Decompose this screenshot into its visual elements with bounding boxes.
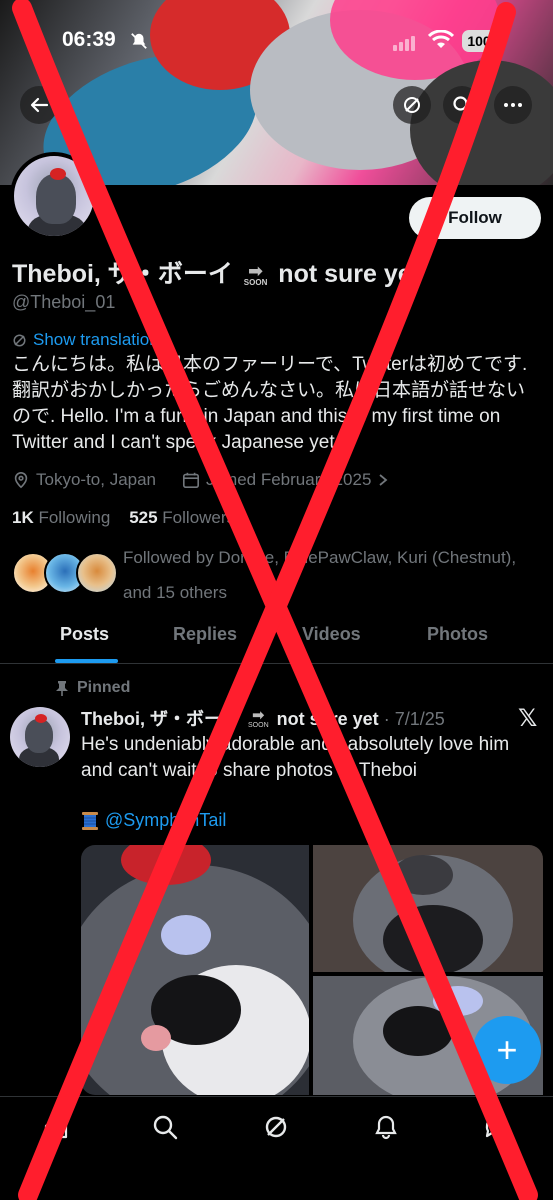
avatar	[76, 552, 118, 594]
compose-button[interactable]: +	[473, 1016, 541, 1084]
status-time: 06:39	[62, 28, 116, 51]
show-translation-label: Show translation	[33, 330, 159, 349]
nav-messages[interactable]	[480, 1111, 512, 1143]
arrow-right-icon: ➡	[252, 707, 265, 725]
profile-bio: こんにちは。私は日本のファーリーで、Twitterは初めてです. 翻訳がおかしか…	[12, 354, 528, 453]
grok-icon	[265, 1116, 287, 1138]
signal-icon	[393, 33, 417, 51]
followed-by-text[interactable]: Followed by Dorbee, BluePawClaw, Kuri (C…	[123, 540, 543, 610]
media-photo-1[interactable]	[81, 845, 309, 1095]
post-header: Theboi, ザ・ボーイ ➡ SOON not sure yet · 7/1/2…	[81, 705, 445, 731]
post-date[interactable]: · 7/1/25	[384, 709, 445, 729]
home-icon	[44, 1115, 68, 1139]
location-pin-icon	[14, 471, 28, 489]
followed-by-avatars[interactable]	[12, 552, 118, 596]
tab-videos[interactable]: Videos	[302, 624, 361, 645]
display-name-text: Theboi, ザ・ボーイ	[12, 260, 233, 288]
active-tab-indicator	[55, 659, 118, 663]
post-author-avatar[interactable]	[10, 707, 70, 767]
post-mention[interactable]: @SymphonTail	[81, 810, 226, 831]
soon-badge: ➡ SOON	[243, 260, 268, 287]
grok-icon	[13, 334, 26, 346]
arrow-left-icon	[30, 97, 49, 113]
profile-meta: Tokyo-to, Japan Joined February 2025	[12, 470, 389, 490]
nav-home[interactable]	[40, 1111, 72, 1143]
pinned-indicator: Pinned	[55, 679, 130, 697]
nav-search[interactable]	[149, 1111, 181, 1143]
followers-link[interactable]: 525 Followers	[129, 508, 235, 527]
soon-badge: ➡ SOON	[248, 707, 269, 730]
nav-grok[interactable]	[260, 1111, 292, 1143]
grok-icon	[404, 97, 420, 113]
calendar-icon	[183, 472, 200, 489]
battery-indicator: 100	[462, 30, 496, 52]
tab-posts[interactable]: Posts	[60, 624, 109, 645]
profile-location: Tokyo-to, Japan	[36, 470, 157, 489]
post-author-suffix: not sure yet	[276, 709, 379, 729]
post-author-name[interactable]: Theboi, ザ・ボーイ	[81, 709, 240, 729]
more-button[interactable]	[494, 86, 532, 124]
post-text: He's undeniably adorable and I absolutel…	[81, 734, 510, 781]
thread-spool-icon	[82, 811, 98, 830]
mention-handle: @SymphonTail	[105, 810, 227, 830]
tab-photos[interactable]: Photos	[427, 624, 488, 645]
pin-icon	[56, 681, 68, 696]
plus-icon: +	[496, 1029, 518, 1070]
arrow-right-icon: ➡	[248, 260, 264, 281]
display-name-suffix: not sure yet	[278, 260, 420, 288]
show-translation-link[interactable]: Show translation	[12, 330, 159, 350]
bottom-nav	[0, 1096, 553, 1200]
profile-display-name: Theboi, ザ・ボーイ ➡ SOON not sure yet	[12, 254, 420, 290]
messages-icon	[485, 1116, 507, 1138]
profile-tabs: Posts Replies Videos Photos	[0, 612, 553, 664]
bell-muted-icon	[131, 33, 147, 49]
back-button[interactable]	[20, 86, 58, 124]
tab-replies[interactable]: Replies	[173, 624, 237, 645]
wifi-icon	[428, 30, 454, 48]
follow-counts: 1K Following 525 Followers	[12, 508, 235, 528]
follow-button[interactable]: Follow	[409, 197, 541, 239]
x-logo-icon: 𝕏	[518, 705, 538, 732]
more-icon	[504, 103, 522, 107]
following-link[interactable]: 1K Following	[12, 508, 110, 527]
profile-joined: Joined February 2025	[206, 470, 372, 489]
chevron-right-icon[interactable]	[377, 473, 389, 487]
search-icon	[453, 96, 472, 115]
nav-notifications[interactable]	[370, 1111, 402, 1143]
status-bar: 06:39 100	[0, 26, 553, 56]
search-icon	[153, 1115, 178, 1140]
search-button[interactable]	[443, 86, 481, 124]
profile-avatar[interactable]	[10, 152, 98, 240]
pinned-label: Pinned	[77, 679, 131, 696]
media-photo-2[interactable]	[313, 845, 543, 972]
notifications-icon	[375, 1115, 397, 1140]
profile-handle: @Theboi_01	[12, 292, 116, 312]
grok-button[interactable]	[393, 86, 431, 124]
